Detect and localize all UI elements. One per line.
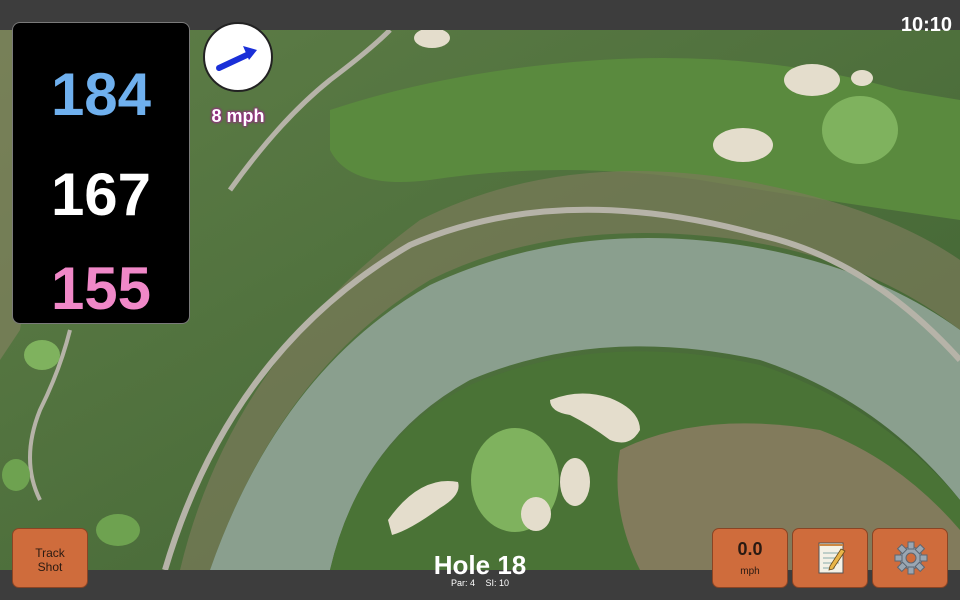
bunker (560, 458, 590, 506)
hole-par: Par: 4 (450, 578, 475, 588)
gear-icon (894, 541, 928, 575)
wind-speed: 8 mph (211, 106, 265, 126)
wind-dial (203, 22, 273, 92)
notepad-icon (818, 542, 846, 574)
bunker (521, 497, 551, 531)
wind-direction-arrow-icon (216, 46, 257, 71)
left-green (24, 340, 60, 370)
distance-back: 184 (50, 61, 152, 128)
distance-front: 155 (50, 255, 152, 322)
distance-middle: 167 (50, 161, 152, 228)
settings-button[interactable] (872, 528, 948, 588)
hole-stroke-index: SI: 10 (485, 578, 510, 588)
clock: 10:10 (900, 14, 952, 36)
distance-panel: 184 167 155 (12, 22, 190, 324)
speed-button[interactable]: 0.0 mph (712, 528, 788, 588)
left-green (2, 459, 30, 491)
hole-title: Hole 18 (433, 550, 527, 580)
upper-green (822, 96, 898, 164)
track-shot-label-line2: Shot (37, 560, 63, 574)
hole-details: Par: 4 SI: 10 (400, 578, 560, 588)
scorecard-notes-button[interactable] (792, 528, 868, 588)
bunker (851, 70, 873, 86)
bunker (784, 64, 840, 96)
speed-value: 0.0 (737, 539, 763, 559)
speed-unit: mph (740, 566, 760, 577)
track-shot-label-line1: Track (35, 546, 65, 560)
bunker (713, 128, 773, 162)
track-shot-button[interactable]: Track Shot (12, 528, 88, 588)
left-green (96, 514, 140, 546)
